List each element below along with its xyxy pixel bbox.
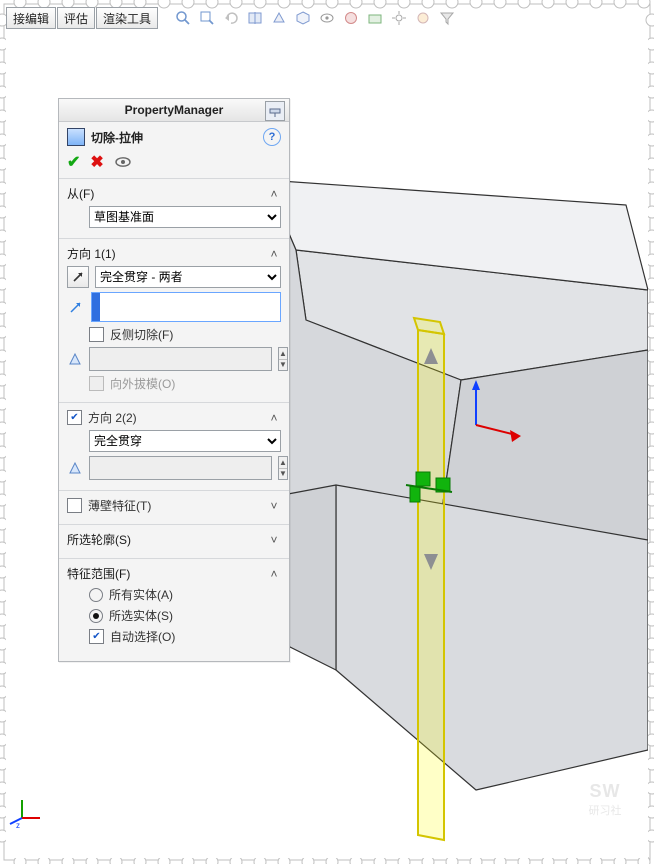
- chevron-up-icon: ˄: [267, 411, 281, 425]
- cancel-button[interactable]: ✖: [90, 152, 103, 172]
- chevron-up-icon: ˄: [267, 567, 281, 581]
- draft-outward-label: 向外拔模(O): [110, 375, 175, 392]
- dir2-draft-input: [89, 456, 272, 480]
- scope-auto-checkbox[interactable]: ✔ 自动选择(O): [89, 628, 175, 645]
- section-dir2-label: 方向 2(2): [88, 409, 137, 426]
- pm-titlebar: PropertyManager: [59, 99, 289, 122]
- scope-selected-radio[interactable]: 所选实体(S): [89, 607, 173, 624]
- section-from-label: 从(F): [67, 185, 94, 202]
- zoom-fit-icon[interactable]: [174, 9, 192, 27]
- preview-toggle[interactable]: [114, 153, 132, 171]
- pm-pin-button[interactable]: [265, 101, 285, 121]
- scene-icon[interactable]: [366, 9, 384, 27]
- section-view-icon[interactable]: [246, 9, 264, 27]
- zoom-area-icon[interactable]: [198, 9, 216, 27]
- section-dir1-label: 方向 1(1): [67, 245, 116, 262]
- svg-text:z: z: [16, 821, 20, 830]
- feature-scope-label: 特征范围(F): [67, 565, 130, 582]
- flip-side-checkbox[interactable]: 反侧切除(F): [89, 326, 173, 343]
- flip-side-label: 反侧切除(F): [110, 326, 173, 343]
- tab-render-tools[interactable]: 渲染工具: [96, 7, 158, 29]
- direction-arrow-icon: [67, 298, 85, 316]
- draft-icon: [67, 350, 83, 368]
- app-stage: 接编辑 评估 渲染工具: [0, 0, 654, 864]
- selected-contours-label: 所选轮廓(S): [67, 531, 131, 548]
- scope-all-label: 所有实体(A): [109, 586, 173, 603]
- dir1-draft-input: [89, 347, 272, 371]
- section-thin-header[interactable]: 薄壁特征(T) ˅: [67, 497, 281, 514]
- pm-title-text: PropertyManager: [125, 103, 224, 117]
- render-icon[interactable]: [414, 9, 432, 27]
- scope-selected-label: 所选实体(S): [109, 607, 173, 624]
- from-condition-select[interactable]: 草图基准面: [89, 206, 281, 228]
- dir2-endcondition-select[interactable]: 完全贯穿: [89, 430, 281, 452]
- section-scope-header[interactable]: 特征范围(F) ˄: [67, 565, 281, 582]
- settings-icon[interactable]: [390, 9, 408, 27]
- tab-evaluate[interactable]: 评估: [57, 7, 95, 29]
- dir2-draft-spinner: ▲▼: [278, 456, 288, 480]
- thin-feature-checkbox[interactable]: 薄壁特征(T): [67, 497, 151, 514]
- reverse-direction-button[interactable]: [67, 266, 89, 288]
- chevron-up-icon: ˄: [267, 247, 281, 261]
- top-toolbar: 接编辑 评估 渲染工具: [6, 6, 648, 30]
- draft-outward-checkbox: 向外拔模(O): [89, 375, 175, 392]
- chevron-up-icon: ˄: [267, 187, 281, 201]
- scope-auto-label: 自动选择(O): [110, 628, 175, 645]
- mini-axes-triad: z: [16, 794, 46, 824]
- display-style-icon[interactable]: [270, 9, 288, 27]
- help-button[interactable]: ?: [263, 128, 281, 146]
- section-contours-header[interactable]: 所选轮廓(S) ˅: [67, 531, 281, 548]
- section-from-header[interactable]: 从(F) ˄: [67, 185, 281, 202]
- dir1-endcondition-select[interactable]: 完全贯穿 - 两者: [95, 266, 281, 288]
- property-manager-panel: PropertyManager 切除-拉伸 ? ✔ ✖ 从(F) ˄: [58, 98, 290, 662]
- hide-show-icon[interactable]: [318, 9, 336, 27]
- watermark-logo: SW 研习社: [570, 764, 640, 834]
- feature-icon: [67, 128, 85, 146]
- watermark-line1: SW: [590, 781, 621, 802]
- chevron-down-icon: ˅: [267, 499, 281, 513]
- thin-feature-label: 薄壁特征(T): [88, 497, 151, 514]
- dir1-draft-spinner: ▲▼: [278, 347, 288, 371]
- section-dir1-header[interactable]: 方向 1(1) ˄: [67, 245, 281, 262]
- feature-title: 切除-拉伸: [91, 129, 143, 146]
- filter-icon[interactable]: [438, 9, 456, 27]
- watermark-line2: 研习社: [589, 802, 622, 818]
- dir2-enable-checkbox[interactable]: ✔ 方向 2(2): [67, 409, 137, 426]
- section-dir2-header[interactable]: ✔ 方向 2(2) ˄: [67, 409, 281, 426]
- dir1-vector-select[interactable]: [91, 292, 281, 322]
- scope-all-radio[interactable]: 所有实体(A): [89, 586, 173, 603]
- orient-icon[interactable]: [294, 9, 312, 27]
- ok-button[interactable]: ✔: [67, 152, 80, 172]
- appearance-icon[interactable]: [342, 9, 360, 27]
- prev-view-icon[interactable]: [222, 9, 240, 27]
- draft-icon: [67, 459, 83, 477]
- chevron-down-icon: ˅: [267, 533, 281, 547]
- tab-direct-edit[interactable]: 接编辑: [6, 7, 56, 29]
